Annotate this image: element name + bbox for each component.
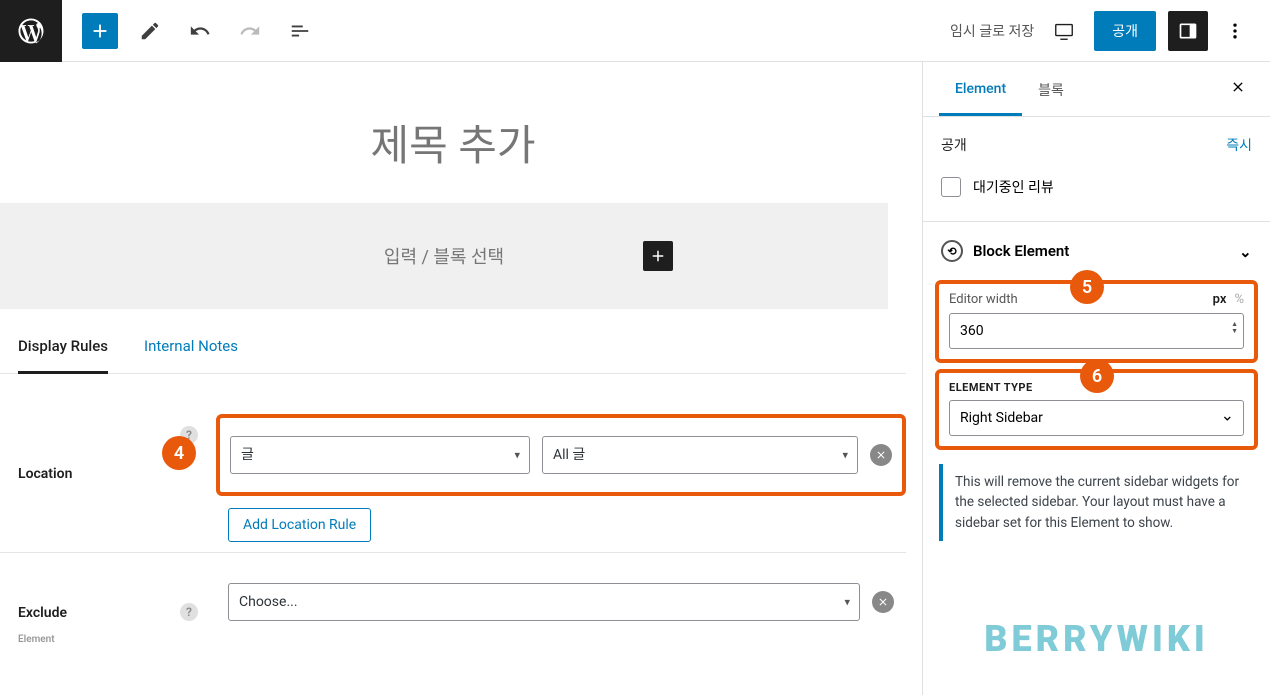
close-icon bbox=[1230, 79, 1246, 95]
preview-button[interactable] bbox=[1046, 13, 1082, 49]
unit-px-button[interactable]: px bbox=[1213, 292, 1227, 307]
element-type-notice: This will remove the current sidebar wid… bbox=[939, 464, 1254, 541]
preview-icon bbox=[1053, 20, 1075, 42]
exclude-select[interactable]: Choose... bbox=[228, 583, 860, 621]
element-tabs: Display Rules Internal Notes bbox=[0, 309, 906, 374]
undo-button[interactable] bbox=[182, 13, 218, 49]
redo-button[interactable] bbox=[232, 13, 268, 49]
block-element-panel-header[interactable]: ⟲ Block Element ⌃ bbox=[923, 222, 1270, 280]
location-type-select[interactable]: 글 bbox=[230, 436, 530, 474]
close-sidebar-button[interactable] bbox=[1222, 71, 1254, 107]
pending-review-label: 대기중인 리뷰 bbox=[973, 177, 1054, 197]
pending-review-checkbox[interactable] bbox=[941, 177, 961, 197]
sidebar-tab-element[interactable]: Element bbox=[939, 63, 1022, 116]
annotation-badge-5: 5 bbox=[1070, 270, 1104, 304]
number-stepper[interactable]: ▲▼ bbox=[1231, 321, 1238, 335]
plus-icon bbox=[649, 247, 667, 265]
post-title-input[interactable]: 제목 추가 bbox=[0, 112, 906, 173]
watermark: BERRYWIKI bbox=[984, 618, 1209, 660]
sidebar-icon bbox=[1178, 21, 1198, 41]
visibility-label: 공개 bbox=[941, 135, 1226, 155]
help-icon[interactable]: ? bbox=[180, 603, 198, 621]
plus-icon bbox=[89, 20, 111, 42]
list-icon bbox=[289, 20, 311, 42]
annotation-badge-6: 6 bbox=[1080, 359, 1114, 393]
annotation-box-6: 6 ELEMENT TYPE Right Sidebar bbox=[935, 369, 1258, 450]
more-options-button[interactable] bbox=[1220, 13, 1250, 49]
redo-icon bbox=[239, 20, 261, 42]
exclude-label: ? Exclude Element bbox=[0, 553, 216, 641]
close-icon bbox=[877, 596, 889, 608]
dots-vertical-icon bbox=[1225, 21, 1245, 41]
tab-display-rules[interactable]: Display Rules bbox=[18, 337, 108, 374]
inline-add-block-button[interactable] bbox=[643, 241, 673, 271]
annotation-badge-4: 4 bbox=[162, 436, 196, 470]
annotation-box-5: 5 Editor width px % ▲▼ bbox=[935, 280, 1258, 363]
unit-percent-button[interactable]: % bbox=[1234, 292, 1244, 307]
exclude-sublabel: Element bbox=[18, 634, 55, 645]
visibility-value-button[interactable]: 즉시 bbox=[1226, 135, 1252, 155]
editor-width-input[interactable] bbox=[949, 313, 1244, 349]
pencil-icon bbox=[139, 20, 161, 42]
edit-mode-button[interactable] bbox=[132, 13, 168, 49]
undo-icon bbox=[189, 20, 211, 42]
tab-internal-notes[interactable]: Internal Notes bbox=[144, 337, 238, 373]
top-toolbar: 임시 글로 저장 공개 bbox=[0, 0, 1270, 62]
generatepress-icon: ⟲ bbox=[941, 240, 963, 262]
sidebar-tab-block[interactable]: 블록 bbox=[1022, 62, 1080, 116]
block-inserter[interactable]: 입력 / 블록 선택 bbox=[0, 203, 888, 309]
publish-button[interactable]: 공개 bbox=[1094, 11, 1156, 51]
block-prompt: 입력 / 블록 선택 bbox=[24, 243, 864, 269]
editor-width-label: Editor width bbox=[949, 292, 1018, 307]
close-icon bbox=[875, 449, 887, 461]
chevron-up-icon: ⌃ bbox=[1239, 242, 1252, 260]
add-block-button[interactable] bbox=[82, 13, 118, 49]
save-draft-button[interactable]: 임시 글로 저장 bbox=[950, 21, 1034, 41]
sidebar-toggle-button[interactable] bbox=[1168, 11, 1208, 51]
annotation-box-4: 4 글 All 글 bbox=[216, 414, 906, 496]
wp-logo[interactable] bbox=[0, 0, 62, 62]
remove-location-rule-button[interactable] bbox=[870, 444, 892, 466]
sidebar: Element 블록 공개 즉시 대기중인 리뷰 ⟲ Block Element… bbox=[922, 62, 1270, 695]
editor-area: 제목 추가 입력 / 블록 선택 Display Rules Internal … bbox=[0, 62, 922, 695]
element-type-select[interactable]: Right Sidebar bbox=[949, 400, 1244, 436]
document-outline-button[interactable] bbox=[282, 13, 318, 49]
wordpress-icon bbox=[16, 16, 46, 46]
add-location-rule-button[interactable]: Add Location Rule bbox=[228, 508, 371, 542]
remove-exclude-rule-button[interactable] bbox=[872, 591, 894, 613]
location-target-select[interactable]: All 글 bbox=[542, 436, 858, 474]
